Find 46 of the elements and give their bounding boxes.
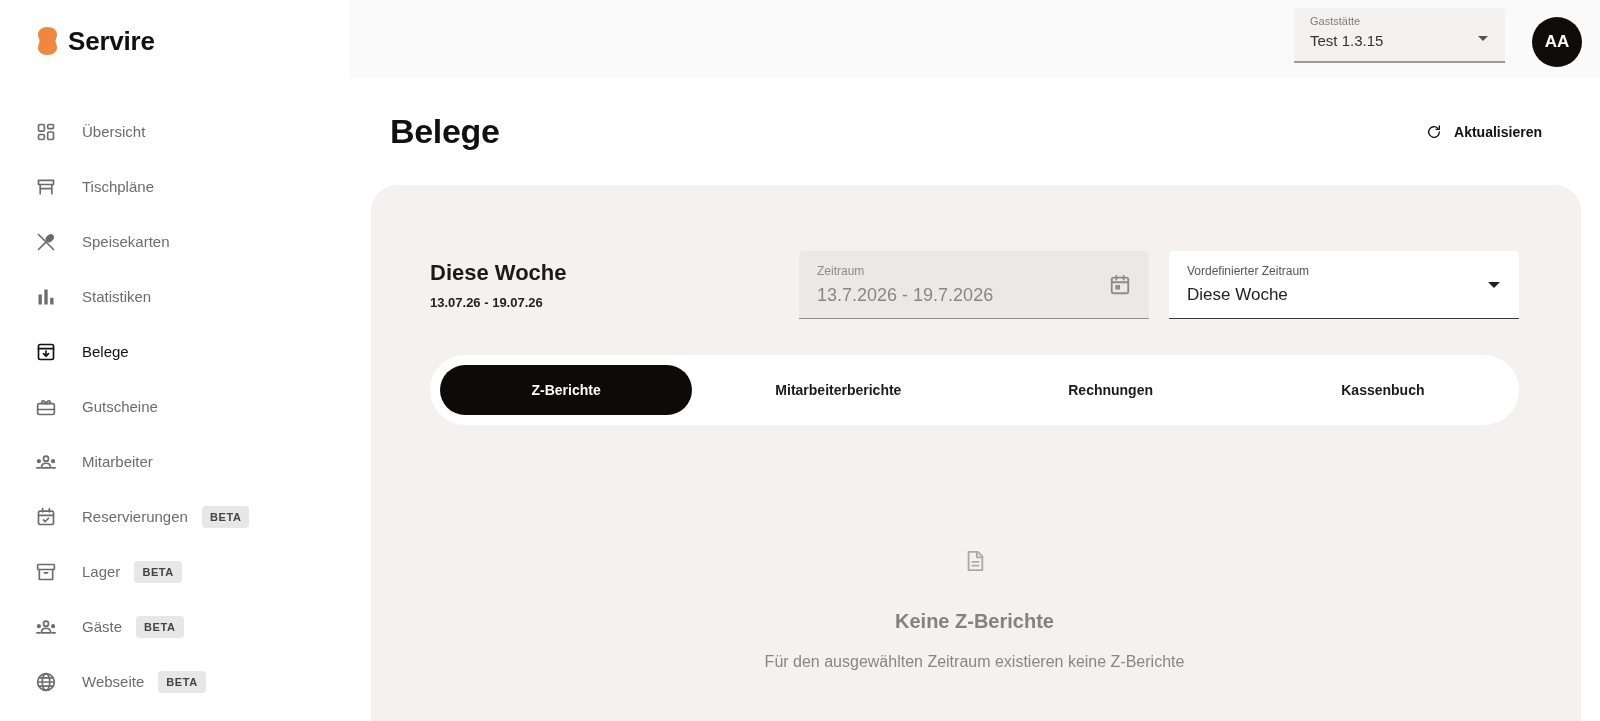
sidebar-item[interactable]: Tischpläne [0,159,164,214]
field-label: Zeitraum [817,263,865,278]
archive-icon [36,341,56,362]
period-range: 13.07.26 - 19.07.26 [430,295,543,310]
select-value: Test 1.3.15 [1310,32,1385,49]
tab[interactable]: Z-Berichte [440,365,693,415]
sidebar-item[interactable]: Lager BETA [0,544,192,599]
user-avatar[interactable]: AA [1532,17,1582,67]
tab[interactable]: Kassenbuch [1256,365,1509,415]
empty-state-message: Für den ausgewählten Zeitraum existieren keine Z-Berichte [764,653,1185,671]
empty-state-title: Keine Z-Berichte [895,610,1054,633]
globe-icon [36,671,56,692]
beta-badge: BETA [201,505,250,528]
sidebar-item[interactable]: Reservierungen BETA [0,489,260,544]
sidebar-item[interactable]: Speisekarten [0,214,180,269]
caret-icon [1487,280,1501,289]
brand-name: Servire [68,25,155,57]
sidebar-item[interactable]: Statistiken [0,269,162,324]
refresh-icon [1426,123,1443,140]
calendar-icon [1109,273,1131,296]
beta-badge: BETA [134,560,182,583]
cutlery-icon [36,231,56,252]
tab[interactable]: Mitarbeiterberichte [712,365,965,415]
field-value: 13.7.2026 - 19.7.2026 [817,284,994,306]
logo-icon [37,26,58,56]
refresh-button[interactable]: Aktualisieren [1426,119,1542,144]
sidebar-item[interactable]: Gäste BETA [0,599,194,654]
page-title: Belege [390,112,500,151]
preset-select[interactable]: Vordefinierter Zeitraum Diese Woche [1169,251,1519,319]
sidebar-item[interactable]: Webseite BETA [0,654,216,709]
select-value: Diese Woche [1187,285,1288,305]
field-label: Vordefinierter Zeitraum [1187,264,1310,278]
dashboard-icon [36,121,56,142]
beta-badge: BETA [158,670,206,693]
sidebar-item[interactable]: Übersicht [0,104,156,159]
field-label: Gaststätte [1310,15,1362,27]
venue-select[interactable]: Gaststätte Test 1.3.15 [1294,8,1505,63]
sidebar-item[interactable]: Belege [0,324,139,379]
sidebar-item[interactable]: Gutscheine [0,379,168,434]
beta-badge: BETA [136,615,184,638]
caret-icon [1477,34,1489,42]
tab[interactable]: Rechnungen [984,365,1237,415]
box-icon [36,561,56,582]
period-title: Diese Woche [430,260,567,286]
calendar-check-icon [36,506,56,527]
sidebar-item[interactable]: Mitarbeiter [0,434,163,489]
